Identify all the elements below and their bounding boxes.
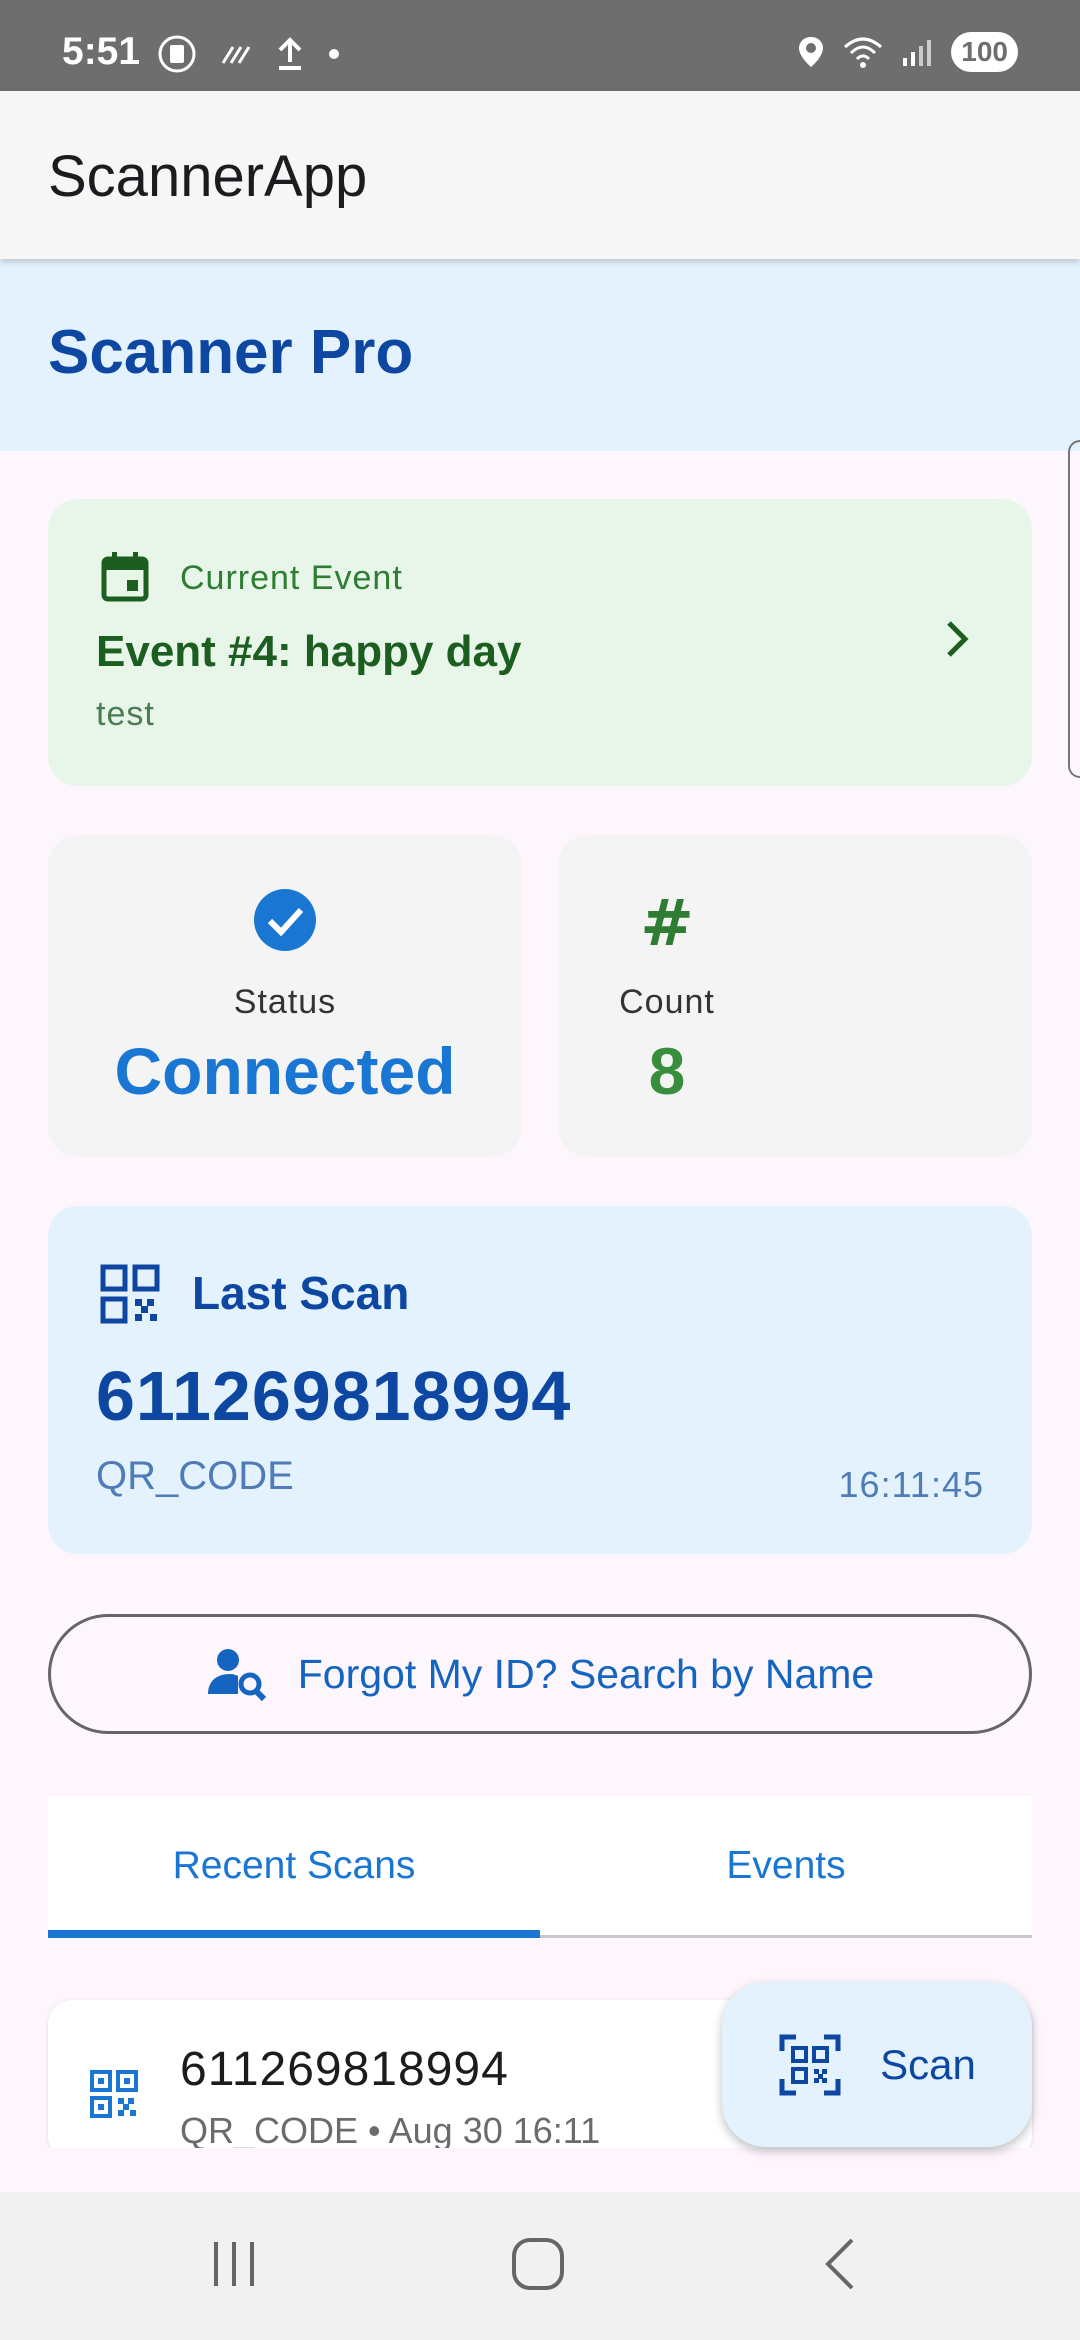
list-clip xyxy=(0,2148,1080,2192)
status-bar: 5:51 100 xyxy=(0,0,1080,91)
home-icon[interactable] xyxy=(510,2236,566,2292)
tab-events[interactable]: Events xyxy=(540,1796,1032,1938)
calendar-icon xyxy=(101,552,149,602)
chevron-right-icon[interactable] xyxy=(942,617,972,661)
check-circle-icon xyxy=(254,889,316,951)
count-card: # Count 8 xyxy=(558,835,1032,1157)
search-by-name-button[interactable]: Forgot My ID? Search by Name xyxy=(48,1614,1032,1734)
battery-indicator: 100 xyxy=(951,32,1018,72)
location-icon xyxy=(799,37,824,67)
header-band: Scanner Pro xyxy=(0,259,1080,451)
sim-card-icon xyxy=(158,35,196,73)
side-panel-handle[interactable] xyxy=(1068,440,1080,778)
event-name: Event #4: happy day xyxy=(96,627,522,676)
qr-code-icon xyxy=(100,1264,160,1324)
status-time: 5:51 xyxy=(62,30,141,73)
app-title: ScannerApp xyxy=(48,144,368,209)
last-scan-card: Last Scan 611269818994 QR_CODE 16:11:45 xyxy=(48,1206,1032,1554)
qr-scanner-icon xyxy=(779,2034,841,2095)
cell-signal-icon xyxy=(903,40,932,66)
last-scan-type: QR_CODE xyxy=(96,1454,294,1498)
current-event-card[interactable]: Current Event Event #4: happy day test xyxy=(48,499,1032,786)
person-search-icon xyxy=(207,1649,266,1702)
tab-indicator xyxy=(48,1930,540,1938)
scan-fab[interactable]: Scan xyxy=(722,1982,1032,2147)
hash-icon: # xyxy=(640,887,694,961)
wifi-icon xyxy=(844,37,883,68)
count-value: 8 xyxy=(648,1034,686,1108)
last-scan-label: Last Scan xyxy=(192,1267,410,1319)
event-subtitle: test xyxy=(96,695,155,733)
scan-fab-label: Scan xyxy=(880,2040,976,2088)
signal-slash-icon xyxy=(221,46,251,64)
upload-icon xyxy=(278,37,302,70)
dot-icon xyxy=(329,49,339,59)
last-scan-code: 611269818994 xyxy=(96,1357,572,1435)
list-item-code: 611269818994 xyxy=(180,2043,509,2096)
page-title: Scanner Pro xyxy=(48,318,414,387)
tab-bar: Recent Scans Events xyxy=(48,1796,1032,1938)
qr-code-icon xyxy=(90,2070,138,2118)
list-item-meta: QR_CODE • Aug 30 16:11 xyxy=(180,2110,601,2151)
tab-recent-scans[interactable]: Recent Scans xyxy=(48,1796,540,1938)
count-label: Count xyxy=(619,983,715,1021)
status-right-icons: 100 xyxy=(797,32,1018,72)
event-label: Current Event xyxy=(180,559,403,597)
system-nav-bar xyxy=(0,2192,1080,2340)
status-left-icons xyxy=(157,34,341,74)
last-scan-time: 16:11:45 xyxy=(838,1464,984,1505)
recent-apps-icon[interactable] xyxy=(210,2236,260,2292)
back-icon[interactable] xyxy=(820,2236,860,2292)
app-bar: ScannerApp xyxy=(0,91,1080,259)
search-by-name-label: Forgot My ID? Search by Name xyxy=(297,1650,875,1697)
